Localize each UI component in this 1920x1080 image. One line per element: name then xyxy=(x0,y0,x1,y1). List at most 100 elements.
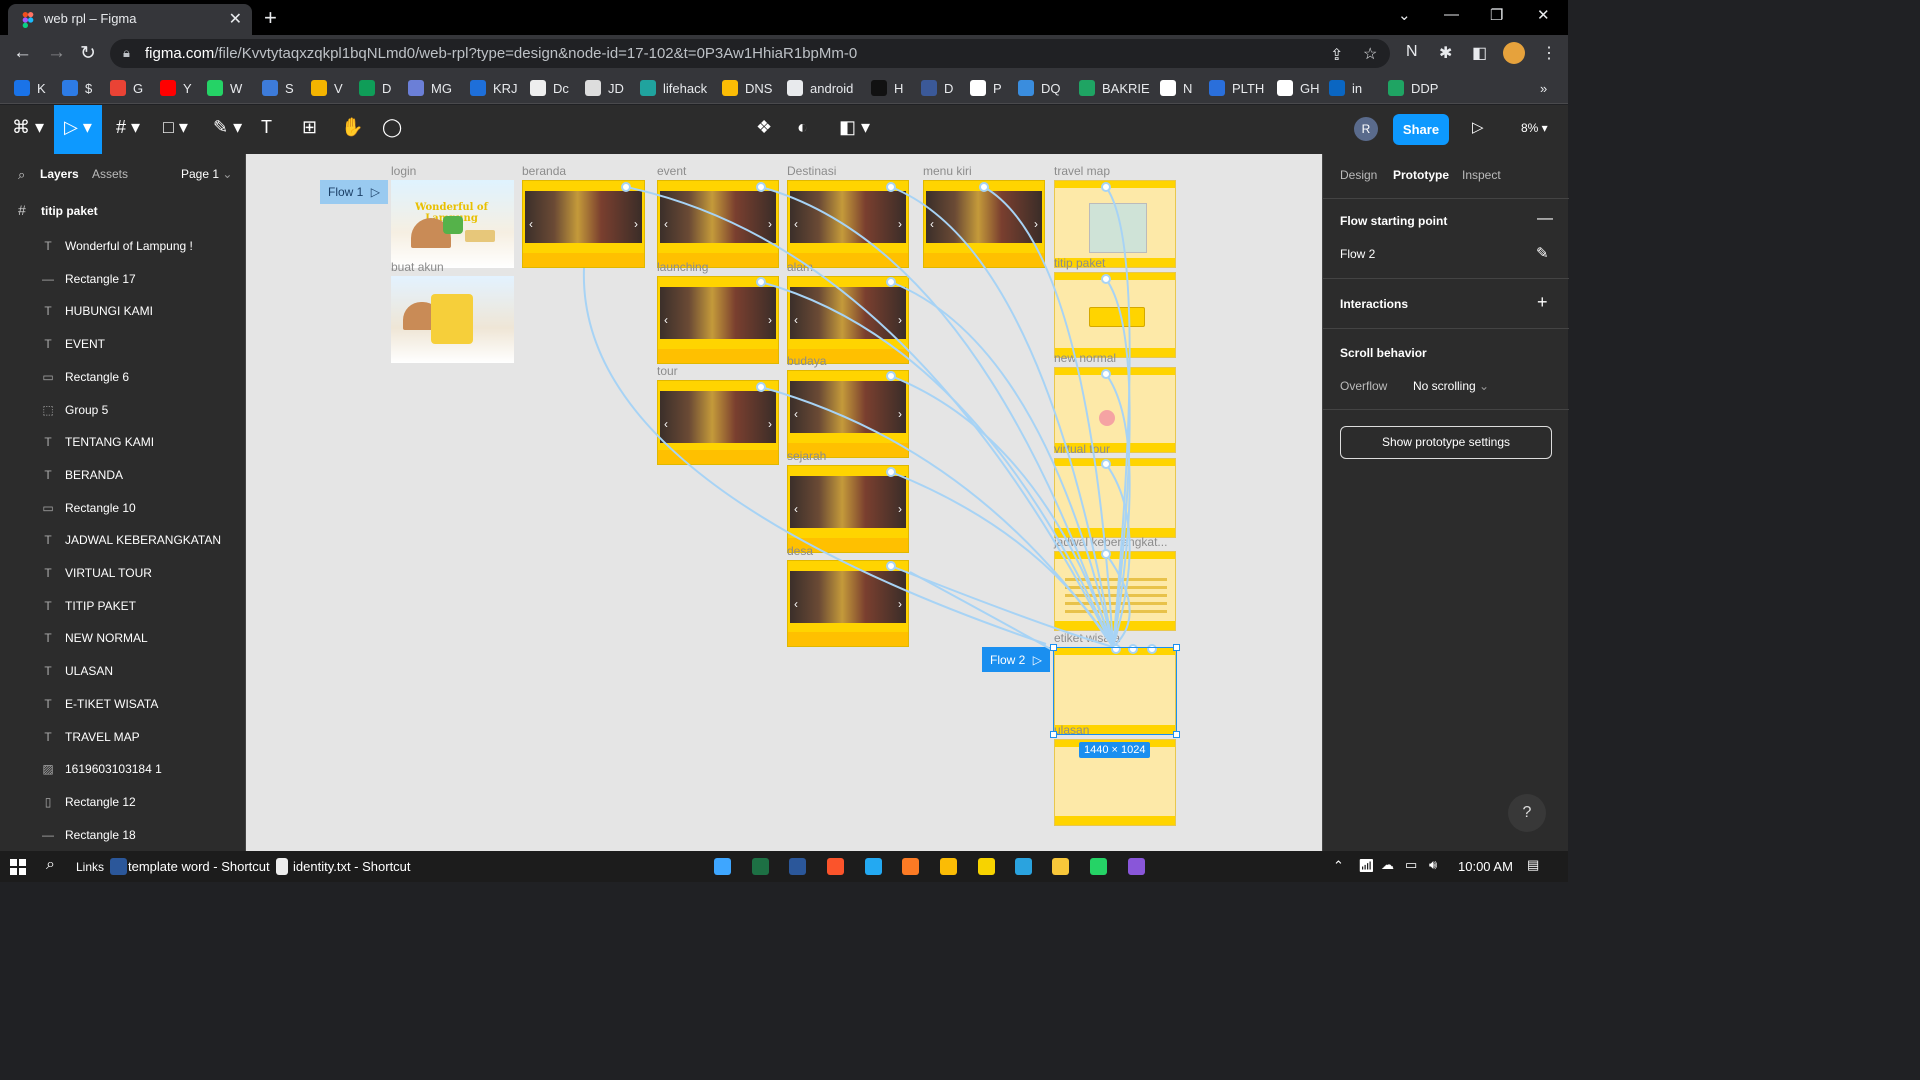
vscode-icon[interactable] xyxy=(865,858,882,875)
search-icon[interactable]: ⌕ xyxy=(46,856,55,874)
layer-row[interactable]: T TENTANG KAMI xyxy=(0,426,246,459)
bookmark-item[interactable]: lifehack xyxy=(640,79,707,97)
battery-icon[interactable]: ▭ xyxy=(1405,857,1417,873)
frame-buat-akun[interactable] xyxy=(391,276,514,363)
layer-row[interactable]: ▭ Rectangle 6 xyxy=(0,361,246,394)
clock-time[interactable]: 10:00 AM xyxy=(1458,859,1513,874)
frame-titip-paket[interactable] xyxy=(1054,272,1176,358)
layer-row[interactable]: ▨ 1619603103184 1 xyxy=(0,753,246,786)
design-canvas[interactable]: login Wonderful of Lampung buat akun ber… xyxy=(246,154,1322,851)
zoom-level[interactable]: 8% ▾ xyxy=(1521,121,1548,135)
layer-row[interactable]: T E-TIKET WISATA xyxy=(0,688,246,721)
frame-virtual-tour[interactable] xyxy=(1054,458,1176,538)
flow-play-icon[interactable]: ▷ xyxy=(1033,653,1042,667)
resize-handle[interactable] xyxy=(1050,731,1057,738)
back-arrow-icon[interactable]: ← xyxy=(13,42,32,64)
layer-row[interactable]: ▭ Rectangle 10 xyxy=(0,492,246,525)
bookmark-item[interactable]: D xyxy=(359,79,391,97)
user-avatar[interactable]: R xyxy=(1354,117,1378,141)
layer-row[interactable]: T TITIP PAKET xyxy=(0,590,246,623)
onedrive-cloud-icon[interactable]: ☁ xyxy=(1381,857,1394,873)
close-window-icon[interactable]: ✕ xyxy=(1537,6,1550,24)
frame-travel-map[interactable] xyxy=(1054,180,1176,268)
notion-extension-icon[interactable]: N xyxy=(1406,43,1418,61)
frame-budaya[interactable]: ‹ › xyxy=(787,370,909,458)
layer-row[interactable]: — Rectangle 17 xyxy=(0,263,246,296)
search-layers-icon[interactable]: ⌕ xyxy=(18,167,25,183)
telegram-icon[interactable] xyxy=(1015,858,1032,875)
restore-icon[interactable]: ❐ xyxy=(1490,6,1503,24)
shape-tool-icon[interactable]: □ ▾ xyxy=(163,117,188,138)
resize-handle[interactable] xyxy=(1173,644,1180,651)
minimize-icon[interactable]: — xyxy=(1444,6,1459,23)
hand-tool-icon[interactable]: ✋ xyxy=(341,117,363,138)
bookmark-item[interactable]: DQ xyxy=(1018,79,1061,97)
bookmark-item[interactable]: JD xyxy=(585,79,624,97)
flow-name[interactable]: Flow 2 xyxy=(1340,247,1375,261)
resize-handle[interactable] xyxy=(1173,731,1180,738)
bookmark-item[interactable]: DDP xyxy=(1388,79,1438,97)
help-button[interactable]: ? xyxy=(1508,794,1546,832)
layer-row[interactable]: T BERANDA xyxy=(0,459,246,492)
boolean-groups-icon[interactable]: ◧ ▾ xyxy=(839,117,870,138)
frame-launching[interactable]: ‹ › xyxy=(657,276,779,364)
layer-row[interactable]: T EVENT xyxy=(0,328,246,361)
bookmark-item[interactable]: PLTH xyxy=(1209,79,1264,97)
show-prototype-settings-button[interactable]: Show prototype settings xyxy=(1340,426,1552,459)
new-tab-icon[interactable]: + xyxy=(264,5,277,31)
sticky-notes-icon[interactable] xyxy=(978,858,995,875)
resources-icon[interactable]: ⊞ xyxy=(302,117,317,138)
bookmark-item[interactable]: in xyxy=(1329,79,1362,97)
links-toolbar-label[interactable]: Links xyxy=(76,860,104,874)
volume-icon[interactable]: 🔊︎ xyxy=(1429,857,1437,873)
bookmark-item[interactable]: K xyxy=(14,79,46,97)
tab-search-icon[interactable]: ⌄ xyxy=(1398,6,1411,24)
notifications-icon[interactable]: ▤ xyxy=(1527,857,1539,873)
bookmark-item[interactable]: D xyxy=(921,79,953,97)
contrast-icon[interactable]: ◐ xyxy=(797,117,808,138)
address-bar[interactable]: 🔒︎ figma.com/file/Kvvtytaqxzqkpl1bqNLmd0… xyxy=(110,39,1390,68)
identity-shortcut[interactable]: identity.txt - Shortcut xyxy=(293,859,411,874)
frame-beranda[interactable]: ‹ › xyxy=(522,180,645,268)
reload-icon[interactable]: ↻ xyxy=(80,42,96,65)
frame-desa[interactable]: ‹ › xyxy=(787,560,909,647)
windows-start-icon[interactable] xyxy=(10,859,26,875)
bookmark-item[interactable]: P xyxy=(970,79,1002,97)
bookmark-item[interactable]: S xyxy=(262,79,294,97)
chrome-menu-icon[interactable]: ⋮ xyxy=(1541,43,1557,63)
bookmark-item[interactable]: DNS xyxy=(722,79,772,97)
layer-row[interactable]: — Rectangle 18 xyxy=(0,819,246,852)
present-play-icon[interactable]: ▷ xyxy=(1472,118,1484,136)
bookmark-item[interactable]: V xyxy=(311,79,343,97)
layer-row[interactable]: T JADWAL KEBERANGKATAN xyxy=(0,524,246,557)
bookmark-item[interactable]: MG xyxy=(408,79,452,97)
layer-row[interactable]: T TRAVEL MAP xyxy=(0,721,246,754)
file-explorer-icon[interactable] xyxy=(1052,858,1069,875)
side-panel-icon[interactable]: ◧ xyxy=(1472,43,1487,63)
bookmark-item[interactable]: GH xyxy=(1277,79,1320,97)
bookmark-item[interactable]: W xyxy=(207,79,242,97)
tab-prototype[interactable]: Prototype xyxy=(1393,168,1449,182)
layer-row[interactable]: T VIRTUAL TOUR xyxy=(0,557,246,590)
move-tool-icon[interactable]: ▷ ▾ xyxy=(54,105,102,154)
close-tab-icon[interactable]: ✕ xyxy=(229,9,242,29)
show-hidden-icons[interactable]: ⌃ xyxy=(1333,858,1344,874)
frame-sejarah[interactable]: ‹ › xyxy=(787,465,909,553)
flow-1-tag[interactable]: Flow 1 ▷ xyxy=(320,180,388,204)
bookmark-item[interactable]: G xyxy=(110,79,143,97)
share-button[interactable]: Share xyxy=(1393,114,1449,145)
tab-inspect[interactable]: Inspect xyxy=(1462,168,1501,182)
selection-box[interactable] xyxy=(1053,647,1177,735)
extensions-puzzle-icon[interactable]: ✱ xyxy=(1439,43,1452,63)
tab-design[interactable]: Design xyxy=(1340,168,1377,182)
forward-arrow-icon[interactable]: → xyxy=(47,42,66,64)
comment-tool-icon[interactable]: ◯ xyxy=(382,117,402,138)
browser-tab[interactable]: web rpl – Figma ✕ xyxy=(8,4,252,35)
frame-alam[interactable]: ‹ › xyxy=(787,276,909,364)
brave-icon[interactable] xyxy=(827,858,844,875)
bookmark-item[interactable]: KRJ xyxy=(470,79,518,97)
frame-menu_kiri[interactable]: ‹ › xyxy=(923,180,1045,268)
prototype-connector[interactable] xyxy=(909,571,1055,652)
flow-2-tag[interactable]: Flow 2 ▷ xyxy=(982,647,1050,672)
frame-tour[interactable]: ‹ › xyxy=(657,380,779,465)
